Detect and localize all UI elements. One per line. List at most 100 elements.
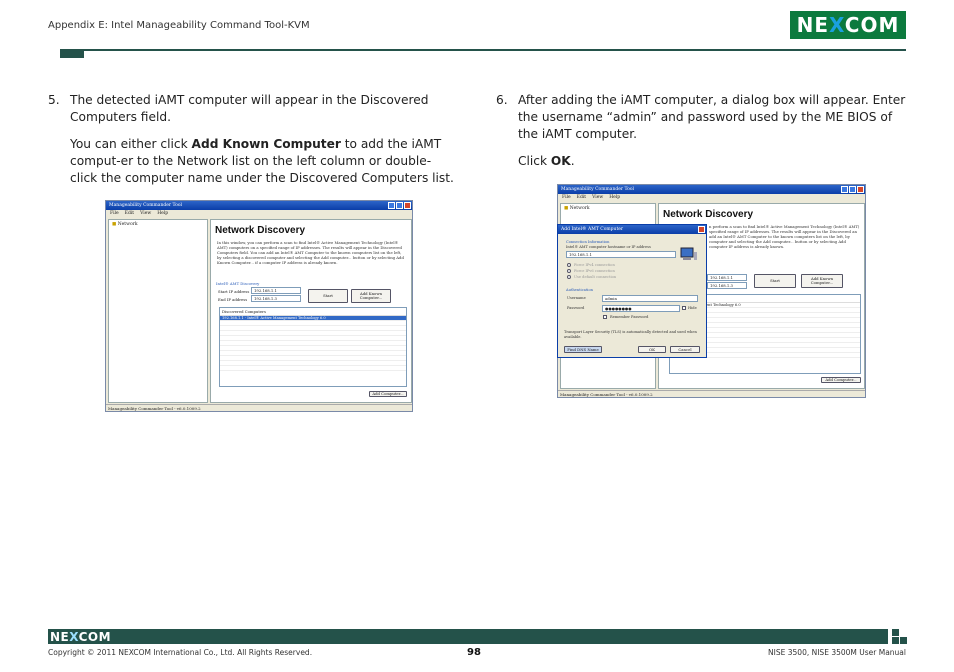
network-discovery-heading: Network Discovery (215, 225, 306, 236)
ok-button[interactable]: OK (638, 346, 666, 353)
force-ipv6-radio[interactable] (567, 269, 571, 273)
discovery-description: n perform a scan to find Intel® Active M… (709, 224, 860, 249)
main-panel: Network Discovery In this window, you ca… (210, 219, 412, 403)
end-ip-field[interactable]: 192.168.1.3 (707, 282, 747, 289)
window-title: Manageability Commander Tool (561, 187, 634, 192)
network-tree: ■ Network (108, 219, 208, 403)
footer-copyright: Copyright © 2011 NEXCOM International Co… (48, 648, 313, 657)
default-connection-radio[interactable] (567, 275, 571, 279)
footer-square-icon (892, 629, 899, 636)
remember-password-checkbox[interactable] (603, 315, 607, 319)
add-computer-button[interactable]: Add Computer... (369, 391, 407, 397)
window-title: Manageability Commander Tool (109, 203, 182, 208)
nexcom-logo: NEXCOM (790, 11, 906, 39)
network-icon: ■ (564, 206, 569, 211)
maximize-icon[interactable] (849, 186, 856, 193)
logo-text: NEXCOM (796, 13, 900, 37)
menu-view[interactable]: View (592, 194, 603, 202)
add-amt-computer-dialog: Add Intel® AMT Computer Connection Infor… (557, 224, 707, 358)
header-rule-block (60, 49, 84, 58)
running-header-title: Appendix E: Intel Manageability Command … (48, 20, 310, 31)
hostname-prompt: Intel® AMT computer hostname or IP addre… (566, 245, 651, 249)
connection-section-label: Connection Information (566, 240, 610, 244)
add-known-computer-button[interactable]: Add Known Computer... (801, 274, 843, 288)
ok-term: OK (550, 154, 571, 168)
step-5-paragraph: You can either click Add Known Computer … (48, 136, 458, 187)
menu-help[interactable]: Help (157, 210, 168, 218)
add-known-computer-button[interactable]: Add Known Computer... (351, 289, 391, 303)
logo-x-glyph: X (829, 13, 845, 37)
tree-item-network[interactable]: Network (118, 222, 138, 227)
hostname-field[interactable]: 192.168.1.1 (566, 251, 676, 258)
hide-label: Hide (688, 306, 697, 310)
logo-x-glyph: X (69, 630, 79, 644)
screenshot-network-discovery: Manageability Commander Tool File Edit V… (105, 200, 413, 412)
click-pre: Click (518, 154, 551, 168)
menu-edit[interactable]: Edit (125, 210, 134, 218)
amt-discovery-section: Intel® AMT Discovery (216, 281, 260, 286)
footer-square-icon (900, 637, 907, 644)
right-column: 6. After adding the iAMT computer, a dia… (496, 92, 906, 179)
menu-bar: File Edit View Help (558, 194, 865, 202)
authentication-section-label: Authentication (566, 288, 593, 292)
menu-file[interactable]: File (110, 210, 119, 218)
discovery-description: In this window, you can perform a scan t… (217, 240, 404, 265)
footer-square-icon (892, 637, 899, 644)
menu-edit[interactable]: Edit (577, 194, 586, 202)
window-titlebar: Manageability Commander Tool (106, 201, 412, 210)
network-icon: ■ (112, 222, 117, 227)
window-titlebar: Manageability Commander Tool (558, 185, 865, 194)
close-icon[interactable] (404, 202, 411, 209)
network-discovery-heading: Network Discovery (663, 209, 754, 220)
cancel-button[interactable]: Cancel (670, 346, 700, 353)
left-column: 5. The detected iAMT computer will appea… (48, 92, 458, 196)
force-ipv6-label: Force IPv6 connection (574, 269, 615, 273)
username-field[interactable]: admin (602, 295, 698, 302)
status-bar: Manageability Commander Tool - v6.0.1009… (106, 404, 412, 411)
end-ip-label: End IP address (218, 297, 248, 302)
step-5-text: The detected iAMT computer will appear i… (70, 93, 429, 124)
dialog-close-icon[interactable] (698, 226, 705, 233)
username-label: Username (567, 296, 586, 300)
discovered-computers-list: Discovered Computers 192.168.1.1 - Intel… (219, 307, 407, 387)
menu-help[interactable]: Help (609, 194, 620, 202)
tls-note: Transport Layer Security (TLS) is automa… (564, 330, 697, 339)
force-ipv4-label: Force IPv4 connection (574, 263, 615, 267)
page-number: 98 (467, 647, 481, 658)
list-item-empty (220, 366, 406, 371)
find-dns-name-button[interactable]: Find DNS Name (564, 346, 602, 353)
footer-bar (48, 629, 888, 644)
click-post: . (570, 154, 575, 168)
force-ipv4-radio[interactable] (567, 263, 571, 267)
maximize-icon[interactable] (396, 202, 403, 209)
minimize-icon[interactable] (388, 202, 395, 209)
dialog-titlebar: Add Intel® AMT Computer (558, 225, 706, 234)
step-6-text: After adding the iAMT computer, a dialog… (518, 93, 906, 141)
menu-view[interactable]: View (140, 210, 151, 218)
discovered-computers-header: Discovered Computers (220, 308, 406, 316)
close-icon[interactable] (857, 186, 864, 193)
hide-checkbox[interactable] (682, 306, 686, 310)
menu-file[interactable]: File (562, 194, 571, 202)
step-6-number: 6. (496, 93, 508, 107)
remember-password-label: Remember Password (610, 315, 649, 319)
para-pre: You can either click (70, 137, 192, 151)
dialog-title: Add Intel® AMT Computer (561, 227, 624, 232)
status-bar: Manageability Commander Tool - v6.0.1009… (558, 390, 865, 397)
tree-item-network[interactable]: Network (570, 206, 590, 211)
start-ip-label: Start IP address (218, 289, 250, 294)
click-ok-line: Click OK. (496, 153, 906, 170)
start-ip-field[interactable]: 192.168.1.1 (251, 287, 301, 294)
menu-bar: File Edit View Help (106, 210, 412, 218)
add-computer-button[interactable]: Add Computer... (821, 377, 861, 383)
footer-logo: NEXCOM (50, 630, 112, 644)
end-ip-field[interactable]: 192.168.1.3 (251, 295, 301, 302)
step-5-number: 5. (48, 93, 60, 107)
start-button[interactable]: Start (308, 289, 348, 303)
header-rule (60, 49, 906, 51)
start-ip-field[interactable]: 192.168.1.1 (707, 274, 747, 281)
password-field[interactable]: ●●●●●●●● (602, 305, 680, 312)
start-button[interactable]: Start (754, 274, 796, 288)
minimize-icon[interactable] (841, 186, 848, 193)
add-known-computer-term: Add Known Computer (191, 137, 341, 151)
